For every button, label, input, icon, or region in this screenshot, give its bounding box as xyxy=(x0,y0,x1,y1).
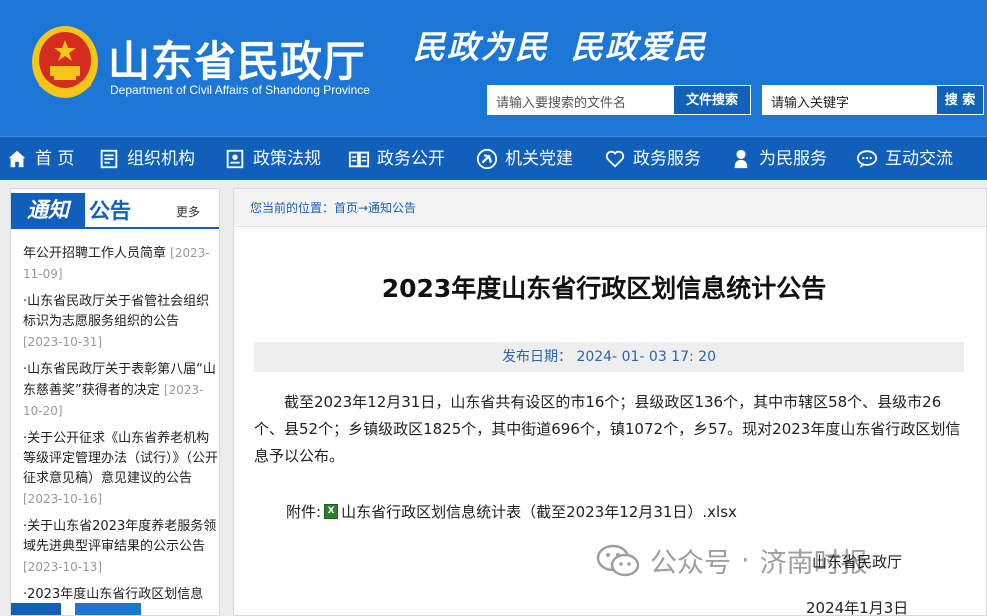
notice-list: 年公开招聘工作人员简章 [2023-11-09] ·山东省民政厅关于省管社会组织… xyxy=(23,243,219,612)
keyword-search-input[interactable]: 请输入关键字 xyxy=(762,85,936,115)
nav-org[interactable]: 组织机构 xyxy=(98,137,195,181)
file-search-input[interactable]: 请输入要搜索的文件名 xyxy=(487,85,673,115)
slogan: 民政为民 民政爱民 xyxy=(413,22,707,68)
nav-people[interactable]: 为民服务 xyxy=(730,137,827,181)
signature-org: 山东省民政厅 xyxy=(812,553,903,571)
file-search-button[interactable]: 文件搜索 xyxy=(673,85,751,115)
sidebar-heading: 公告 xyxy=(89,199,131,223)
list-item[interactable]: 年公开招聘工作人员简章 [2023-11-09] xyxy=(23,243,219,285)
attachment-row: 附件: X 山东省行政区划信息统计表（截至2023年12月31日）.xlsx xyxy=(286,501,737,522)
org-icon xyxy=(100,149,118,169)
nav-home[interactable]: 首 页 xyxy=(6,137,74,181)
home-icon xyxy=(8,150,26,168)
nav-policy[interactable]: 政策法规 xyxy=(224,137,321,181)
notice-sidebar: 通知 公告 更多 年公开招聘工作人员简章 [2023-11-09] ·山东省民政… xyxy=(10,188,220,616)
nav-label: 政务公开 xyxy=(377,149,445,169)
nav-label: 政策法规 xyxy=(253,149,321,169)
nav-label: 组织机构 xyxy=(127,149,195,169)
keyword-search-button[interactable]: 搜 索 xyxy=(936,85,984,115)
heart-icon xyxy=(605,150,625,168)
main-nav: 首 页 组织机构 政策法规 政务公开 机关党建 政务服务 为民服务 互动交流 xyxy=(0,136,987,180)
attachment-label: 附件: xyxy=(286,503,322,521)
list-item-text[interactable]: ·山东省民政厅关于省管社会组织标识为志愿服务组织的公告 xyxy=(23,294,209,329)
signature-date: 2024年1月3日 xyxy=(806,599,909,616)
slogan-2: 民政爱民 xyxy=(571,28,708,66)
article-panel: 您当前的位置：首页→通知公告 2023年度山东省行政区划信息统计公告 发布日期：… xyxy=(233,188,987,616)
nav-public[interactable]: 政务公开 xyxy=(348,137,445,181)
nav-party[interactable]: 机关党建 xyxy=(476,137,573,181)
list-item-text[interactable]: ·关于公开征求《山东省养老机构等级评定管理办法（试行）》（公开征求意见稿）意见建… xyxy=(23,431,218,486)
party-icon xyxy=(476,148,498,170)
list-item-text[interactable]: 年公开招聘工作人员简章 xyxy=(23,246,166,261)
chat-icon xyxy=(856,150,878,169)
watermark-dot: · xyxy=(741,545,750,576)
watermark-text-1: 公众号 xyxy=(650,548,731,579)
sidebar-tag: 通知 xyxy=(11,193,85,227)
article-body: 截至2023年12月31日，山东省共有设区的市16个；县级政区136个，其中市辖… xyxy=(254,393,961,465)
list-item-text[interactable]: ·关于山东省2023年度养老服务领域先进典型评审结果的公示公告 xyxy=(23,519,216,554)
nav-label: 为民服务 xyxy=(759,149,827,169)
list-item[interactable]: ·关于公开征求《山东省养老机构等级评定管理办法（试行）》（公开征求意见稿）意见建… xyxy=(23,429,219,510)
nav-label: 政务服务 xyxy=(633,149,701,169)
person-icon xyxy=(734,149,748,169)
excel-file-icon: X xyxy=(324,504,339,519)
page-title: 2023年度山东省行政区划信息统计公告 xyxy=(381,274,827,303)
nav-label: 互动交流 xyxy=(885,149,953,169)
list-item[interactable]: ·关于山东省2023年度养老服务领域先进典型评审结果的公示公告 [2023-10… xyxy=(23,517,219,578)
list-item[interactable]: ·山东省民政厅关于表彰第八届“山东慈善奖”获得者的决定 [2023-10-20] xyxy=(23,360,219,422)
policy-icon xyxy=(226,149,244,169)
publish-date: 发布日期： 2024- 01- 03 17: 20 xyxy=(254,342,964,372)
breadcrumb[interactable]: 您当前的位置：首页→通知公告 xyxy=(234,189,986,227)
nav-label: 首 页 xyxy=(35,149,75,169)
sidebar-next-section xyxy=(11,601,219,615)
site-header: 山东省民政厅 Department of Civil Affairs of Sh… xyxy=(0,0,987,136)
nav-service[interactable]: 政务服务 xyxy=(604,137,701,181)
list-item-text[interactable]: ·2023年度山东省行政区划信息 xyxy=(23,587,203,602)
slogan-1: 民政为民 xyxy=(413,28,550,66)
list-item-date: [2023-10-31] xyxy=(23,335,103,349)
wechat-logo-icon xyxy=(596,544,640,576)
nav-interact[interactable]: 互动交流 xyxy=(856,137,953,181)
more-link[interactable]: 更多 xyxy=(176,203,200,220)
national-emblem-icon xyxy=(32,26,98,98)
list-item-date: [2023-10-16] xyxy=(23,492,103,506)
nav-label: 机关党建 xyxy=(505,149,573,169)
list-item-date: [2023-10-13] xyxy=(23,560,103,574)
attachment-link[interactable]: 山东省行政区划信息统计表（截至2023年12月31日）.xlsx xyxy=(341,501,737,522)
sidebar-header: 通知 公告 更多 xyxy=(11,189,219,229)
site-title[interactable]: 山东省民政厅 xyxy=(108,28,366,89)
list-item[interactable]: ·山东省民政厅关于省管社会组织标识为志愿服务组织的公告 [2023-10-31] xyxy=(23,292,219,353)
site-subtitle: Department of Civil Affairs of Shandong … xyxy=(110,83,370,97)
book-icon xyxy=(348,151,370,168)
